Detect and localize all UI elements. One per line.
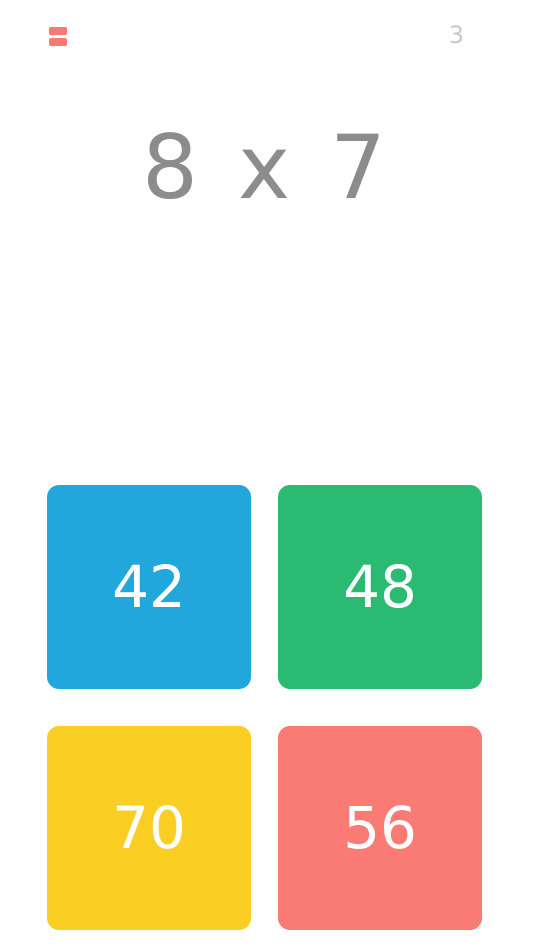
answer-grid: 42 48 70 56 bbox=[47, 485, 482, 930]
menu-icon bbox=[49, 26, 67, 46]
question-text: 8 x 7 bbox=[142, 116, 392, 219]
answer-button-3[interactable]: 70 bbox=[47, 726, 251, 930]
answer-button-4[interactable]: 56 bbox=[278, 726, 482, 930]
answer-button-1[interactable]: 42 bbox=[47, 485, 251, 689]
score-counter: 3 bbox=[448, 21, 464, 49]
answer-button-2[interactable]: 48 bbox=[278, 485, 482, 689]
menu-button[interactable] bbox=[46, 24, 70, 48]
